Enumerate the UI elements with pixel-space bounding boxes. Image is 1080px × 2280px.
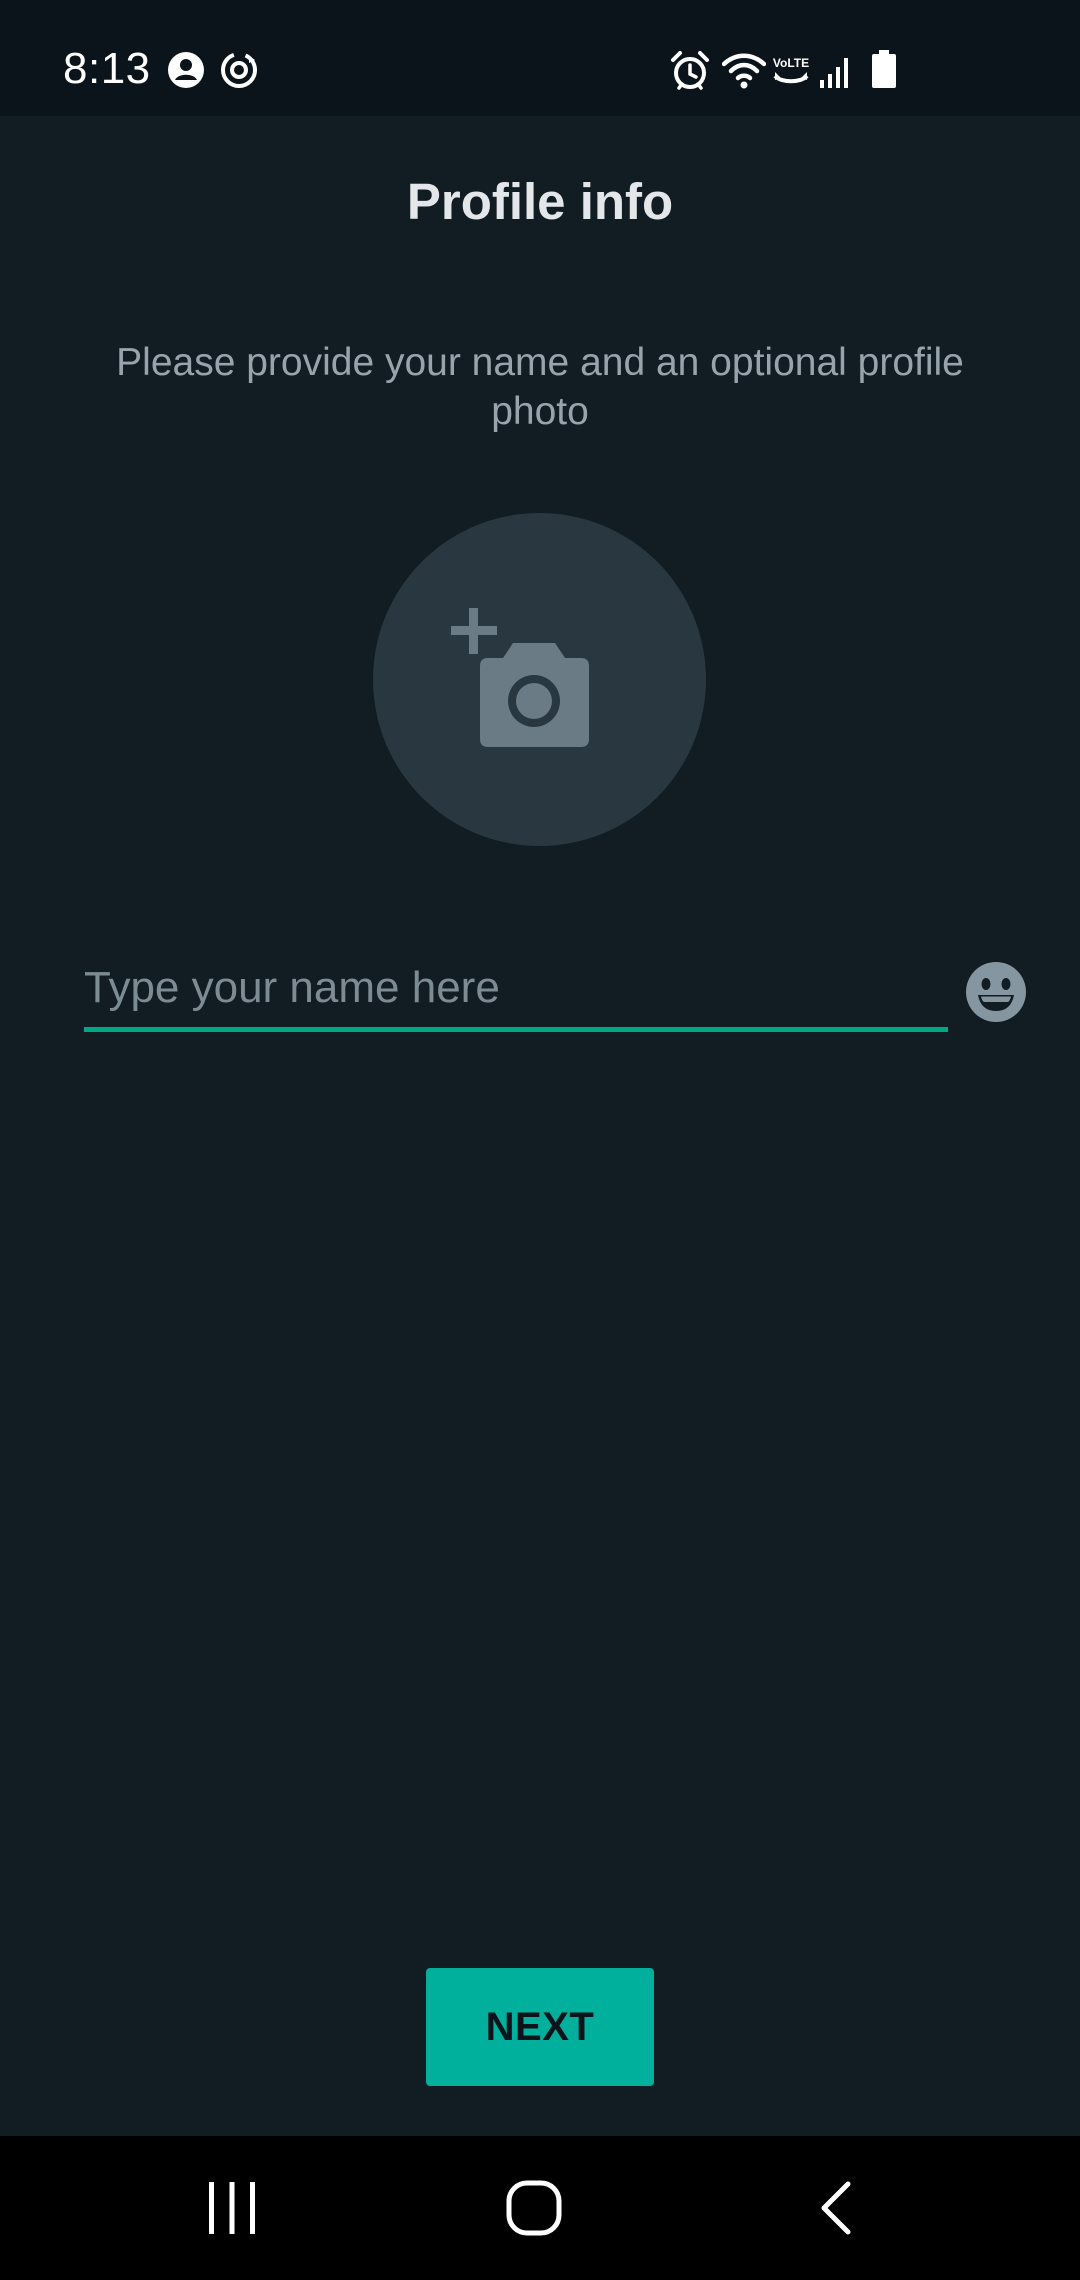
home-icon [506,2180,562,2236]
battery-icon [870,50,898,92]
volte-icon: VoLTE [771,50,811,92]
profile-photo-button[interactable] [373,513,706,846]
status-bar: 8:13 VoLTE [0,0,1080,116]
back-icon [821,2181,851,2235]
status-time: 8:13 [63,44,151,93]
add-photo-camera-icon [451,608,589,747]
next-button[interactable]: NEXT [426,1968,654,2086]
alarm-icon [670,50,710,92]
recent-apps-icon [209,2182,255,2234]
recent-apps-button[interactable] [152,2136,312,2280]
emoji-smiley-icon [966,962,1026,1022]
navigation-bar [0,2136,1080,2280]
home-button[interactable] [454,2136,614,2280]
signal-icon [818,50,854,92]
sync-icon [219,50,259,92]
volte-label: VoLTE [773,56,809,70]
wifi-icon [722,50,766,92]
name-input[interactable] [84,952,948,1024]
emoji-button[interactable] [965,961,1027,1023]
instructions-text: Please provide your name and an optional… [116,341,964,433]
profile-info-screen: 8:13 VoLTE Profile info Please provide y… [0,0,1080,2280]
name-field [84,952,948,1032]
account-icon [166,50,206,92]
page-title: Profile info [406,173,674,230]
back-button[interactable] [756,2136,916,2280]
